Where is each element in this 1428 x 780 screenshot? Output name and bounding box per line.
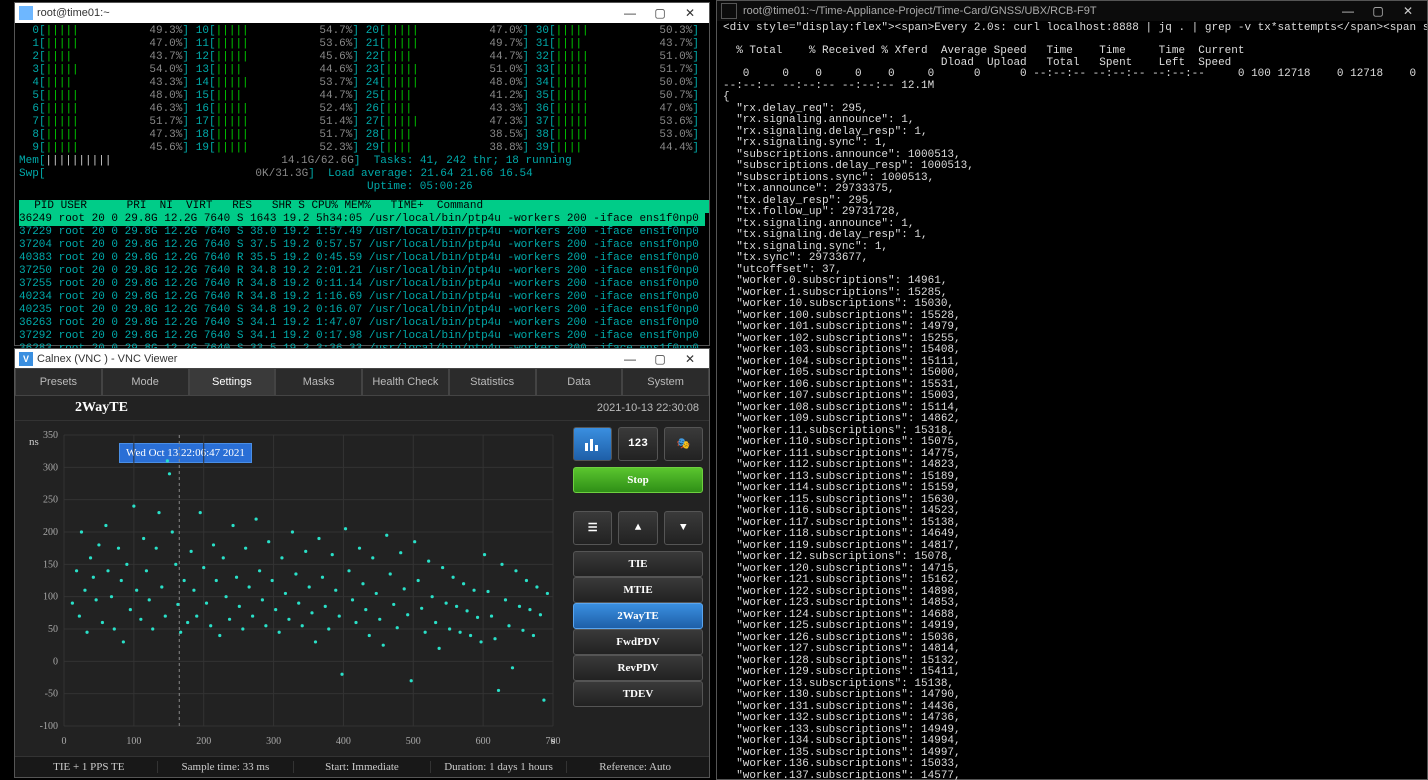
putty-window: root@time01:~ — ▢ ✕ 0[||||| 49.3%]10[|||… bbox=[14, 2, 710, 346]
putty-title: root@time01:~ bbox=[37, 7, 110, 19]
metric-fwdpdv[interactable]: FwdPDV bbox=[573, 629, 703, 655]
svg-text:100: 100 bbox=[126, 736, 141, 747]
min-icon[interactable]: — bbox=[1333, 4, 1363, 18]
putty-icon bbox=[19, 6, 33, 20]
svg-text:200: 200 bbox=[43, 527, 58, 538]
vnc-titlebar[interactable]: V Calnex (VNC ) - VNC Viewer — ▢ ✕ bbox=[15, 349, 709, 368]
vnc-window: V Calnex (VNC ) - VNC Viewer — ▢ ✕ Prese… bbox=[14, 348, 710, 778]
rterm-output: <div style="display:flex"><span>Every 2.… bbox=[717, 21, 1427, 780]
main-tabs: PresetsModeSettingsMasksHealth CheckStat… bbox=[15, 368, 709, 396]
vnc-icon: V bbox=[19, 352, 33, 366]
down-icon[interactable]: ▼ bbox=[664, 511, 703, 545]
tab-health-check[interactable]: Health Check bbox=[362, 368, 449, 396]
max-icon[interactable]: ▢ bbox=[645, 352, 675, 366]
svg-text:200: 200 bbox=[196, 736, 211, 747]
tab-statistics[interactable]: Statistics bbox=[449, 368, 536, 396]
close-icon[interactable]: ✕ bbox=[1393, 4, 1423, 18]
svg-text:500: 500 bbox=[406, 736, 421, 747]
list-icon[interactable]: ☰ bbox=[573, 511, 612, 545]
rterm-title: root@time01:~/Time-Appliance-Project/Tim… bbox=[743, 5, 1097, 17]
svg-text:100: 100 bbox=[43, 592, 58, 603]
tab-settings[interactable]: Settings bbox=[189, 368, 276, 396]
chart-timestamp: 2021-10-13 22:30:08 bbox=[597, 402, 699, 414]
metric-mtie[interactable]: MTIE bbox=[573, 577, 703, 603]
chart-icon[interactable] bbox=[573, 427, 612, 461]
min-icon[interactable]: — bbox=[615, 6, 645, 20]
scatter-chart[interactable]: Wed Oct 13 22:06:47 2021 -100-5005010015… bbox=[19, 425, 563, 752]
svg-text:300: 300 bbox=[266, 736, 281, 747]
up-icon[interactable]: ▲ bbox=[618, 511, 657, 545]
metric-2wayte[interactable]: 2WayTE bbox=[573, 603, 703, 629]
right-terminal-window: root@time01:~/Time-Appliance-Project/Tim… bbox=[716, 0, 1428, 780]
metric-tie[interactable]: TIE bbox=[573, 551, 703, 577]
htop-output: 0[||||| 49.3%]10[||||| 54.7%]20[||||| 47… bbox=[15, 23, 709, 371]
max-icon[interactable]: ▢ bbox=[645, 6, 675, 20]
svg-text:300: 300 bbox=[43, 462, 58, 473]
status-cell: Reference: Auto bbox=[567, 761, 703, 773]
vnc-title: Calnex (VNC ) - VNC Viewer bbox=[37, 353, 177, 365]
putty-titlebar[interactable]: root@time01:~ — ▢ ✕ bbox=[15, 3, 709, 23]
metric-tdev[interactable]: TDEV bbox=[573, 681, 703, 707]
tab-data[interactable]: Data bbox=[536, 368, 623, 396]
tab-masks[interactable]: Masks bbox=[275, 368, 362, 396]
svg-text:350: 350 bbox=[43, 430, 58, 441]
svg-text:50: 50 bbox=[48, 624, 58, 635]
close-icon[interactable]: ✕ bbox=[675, 352, 705, 366]
tab-system[interactable]: System bbox=[622, 368, 709, 396]
svg-text:-50: -50 bbox=[45, 689, 58, 700]
max-icon[interactable]: ▢ bbox=[1363, 4, 1393, 18]
svg-text:s: s bbox=[551, 735, 556, 747]
close-icon[interactable]: ✕ bbox=[675, 6, 705, 20]
status-cell: Duration: 1 days 1 hours bbox=[431, 761, 568, 773]
chart-title: 2WayTE bbox=[75, 400, 128, 416]
status-cell: Start: Immediate bbox=[294, 761, 431, 773]
tab-mode[interactable]: Mode bbox=[102, 368, 189, 396]
side-panel: 123 🎭 Stop ☰ ▲ ▼ TIEMTIE2WayTEFwdPDVRevP… bbox=[567, 421, 709, 756]
terminal-icon bbox=[721, 3, 737, 19]
rterm-titlebar[interactable]: root@time01:~/Time-Appliance-Project/Tim… bbox=[717, 1, 1427, 21]
status-bar: TIE + 1 PPS TESample time: 33 msStart: I… bbox=[15, 756, 709, 777]
svg-text:150: 150 bbox=[43, 559, 58, 570]
svg-text:250: 250 bbox=[43, 495, 58, 506]
stop-button[interactable]: Stop bbox=[573, 467, 703, 493]
svg-text:0: 0 bbox=[53, 656, 58, 667]
svg-text:400: 400 bbox=[336, 736, 351, 747]
status-cell: Sample time: 33 ms bbox=[158, 761, 295, 773]
svg-text:0: 0 bbox=[62, 736, 67, 747]
mask-icon[interactable]: 🎭 bbox=[664, 427, 703, 461]
metric-revpdv[interactable]: RevPDV bbox=[573, 655, 703, 681]
tab-presets[interactable]: Presets bbox=[15, 368, 102, 396]
svg-text:ns: ns bbox=[29, 436, 39, 448]
numeric-button[interactable]: 123 bbox=[618, 427, 657, 461]
svg-text:600: 600 bbox=[476, 736, 491, 747]
svg-text:-100: -100 bbox=[40, 721, 58, 732]
min-icon[interactable]: — bbox=[615, 352, 645, 366]
status-cell: TIE + 1 PPS TE bbox=[21, 761, 158, 773]
